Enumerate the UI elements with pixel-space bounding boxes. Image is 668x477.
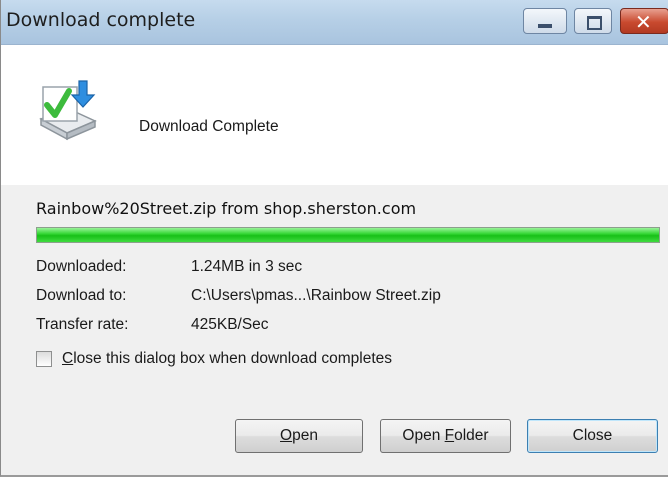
detail-label: Downloaded:	[36, 258, 127, 275]
header-panel: Download Complete	[1, 45, 668, 185]
close-on-complete-checkbox[interactable]	[36, 351, 52, 367]
download-complete-icon	[39, 80, 97, 141]
progress-fill	[37, 228, 659, 242]
download-source: Rainbow%20Street.zip from shop.sherston.…	[36, 199, 417, 218]
detail-value: 1.24MB in 3 sec	[191, 258, 303, 275]
progress-bar	[36, 227, 660, 243]
close-button[interactable]: Close	[527, 419, 658, 453]
window-title: Download complete	[6, 9, 196, 31]
detail-value: 425KB/Sec	[191, 316, 269, 333]
close-window-button[interactable]: ✕	[620, 8, 668, 34]
detail-label: Download to:	[36, 287, 127, 304]
detail-label: Transfer rate:	[36, 316, 129, 333]
dialog-heading: Download Complete	[139, 118, 279, 135]
minimize-button[interactable]	[523, 8, 567, 34]
open-folder-button[interactable]: Open Folder	[380, 419, 511, 453]
minimize-icon	[538, 24, 552, 28]
close-icon: ✕	[635, 10, 652, 34]
maximize-button[interactable]	[574, 8, 612, 34]
title-bar[interactable]: Download complete ✕	[1, 0, 668, 45]
download-complete-dialog: Download complete ✕ Download Complete Ra…	[0, 0, 668, 477]
open-button[interactable]: Open	[235, 419, 363, 453]
detail-value: C:\Users\pmas...\Rainbow Street.zip	[191, 287, 441, 304]
close-on-complete-label[interactable]: Close this dialog box when download comp…	[62, 350, 392, 368]
maximize-icon	[587, 16, 602, 30]
